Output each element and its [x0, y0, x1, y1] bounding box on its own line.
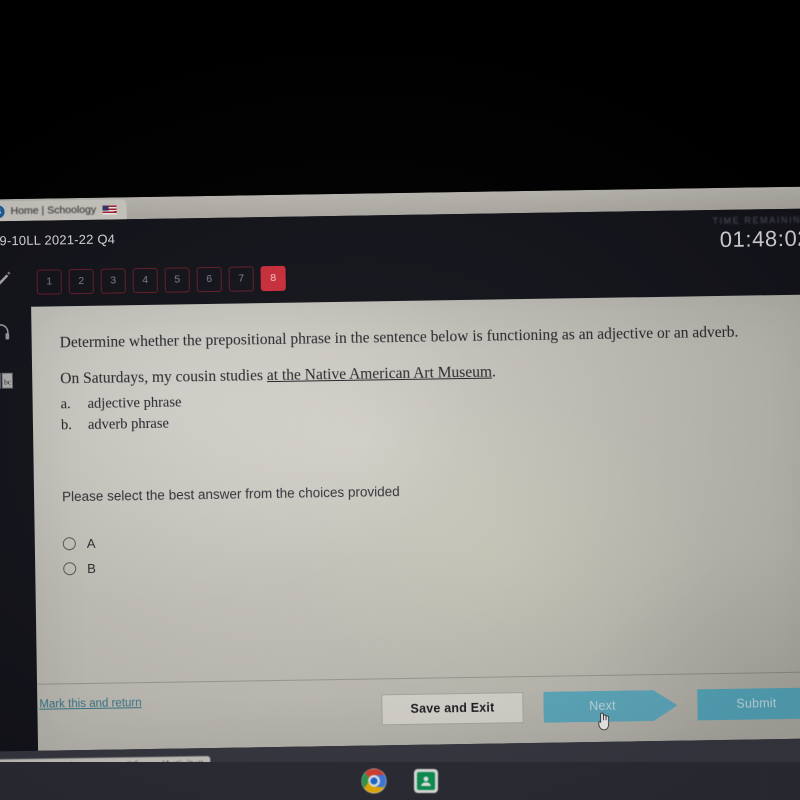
timer-label: TIME REMAINING: [712, 214, 800, 227]
schoology-favicon-icon: S: [0, 204, 5, 218]
choice-list: a. adjective phrase b. adverb phrase: [60, 383, 789, 436]
assessment-app: D 9-10LL 2021-22 Q4 TIME REMAINING 01:48…: [0, 208, 800, 790]
footer-button-group: Save and Exit Next Submit: [381, 687, 800, 731]
choice-b-text: adverb phrase: [87, 416, 170, 434]
question-tab-1[interactable]: 1: [36, 268, 62, 295]
browser-tab-schoology[interactable]: S Home | Schoology: [0, 199, 127, 222]
answer-prompt: Please select the best answer from the c…: [61, 483, 400, 504]
question-tab-7[interactable]: 7: [228, 265, 254, 292]
question-stem: Determine whether the prepositional phra…: [59, 323, 739, 352]
choice-a-text: adjective phrase: [87, 394, 182, 413]
sentence-suffix: .: [491, 363, 496, 382]
question-tab-2[interactable]: 2: [68, 268, 94, 294]
headphones-icon[interactable]: [0, 321, 12, 348]
tool-rail: A bc: [0, 321, 19, 397]
question-tab-8[interactable]: 8: [260, 265, 286, 291]
footer-divider: [37, 671, 800, 685]
question-tab-3[interactable]: 3: [100, 267, 126, 294]
pencil-icon[interactable]: [0, 269, 15, 295]
save-and-exit-button[interactable]: Save and Exit: [381, 692, 524, 726]
sentence-prefix: On Saturdays, my cousin studies: [60, 367, 268, 388]
taskbar: [0, 762, 800, 800]
assessment-header: D 9-10LL 2021-22 Q4 TIME REMAINING 01:48…: [0, 208, 800, 299]
laptop-screen: S Home | Schoology D 9-10LL 2021-22 Q4 T…: [0, 186, 800, 790]
answer-options: A B: [62, 520, 792, 580]
mark-this-and-return-link[interactable]: Mark this and return: [39, 697, 141, 711]
answer-label-b: B: [87, 560, 97, 576]
radio-button-a[interactable]: [62, 537, 76, 551]
question-body: Determine whether the prepositional phra…: [31, 294, 800, 581]
choice-a-letter: a.: [60, 396, 71, 413]
question-tab-6[interactable]: 6: [196, 266, 222, 292]
question-tab-5[interactable]: 5: [164, 266, 190, 293]
question-tab-4[interactable]: 4: [132, 267, 158, 293]
question-navigation: 1 2 3 4 5 6 7 8: [0, 261, 286, 300]
submit-button[interactable]: Submit: [697, 687, 800, 721]
chrome-icon[interactable]: [361, 768, 387, 794]
next-button-wrapper: Next: [543, 690, 677, 731]
next-button[interactable]: Next: [543, 690, 677, 723]
svg-text:bc: bc: [4, 377, 12, 386]
answer-label-a: A: [86, 535, 96, 551]
radio-button-b[interactable]: [63, 562, 77, 576]
question-content-card: Determine whether the prepositional phra…: [31, 294, 800, 751]
browser-tab-title: Home | Schoology: [10, 203, 97, 218]
timer-value: 01:48:02: [719, 225, 800, 252]
choice-b-letter: b.: [60, 417, 72, 434]
us-flag-icon: [102, 204, 117, 215]
photograph-of-laptop-screen: S Home | Schoology D 9-10LL 2021-22 Q4 T…: [0, 0, 800, 800]
sentence-underlined-phrase: at the Native American Art Museum: [266, 364, 493, 385]
timer: TIME REMAINING 01:48:02: [712, 215, 800, 254]
assessment-title: D 9-10LL 2021-22 Q4: [0, 231, 116, 249]
dictionary-icon[interactable]: A bc: [0, 370, 15, 396]
google-classroom-icon[interactable]: [413, 768, 439, 794]
